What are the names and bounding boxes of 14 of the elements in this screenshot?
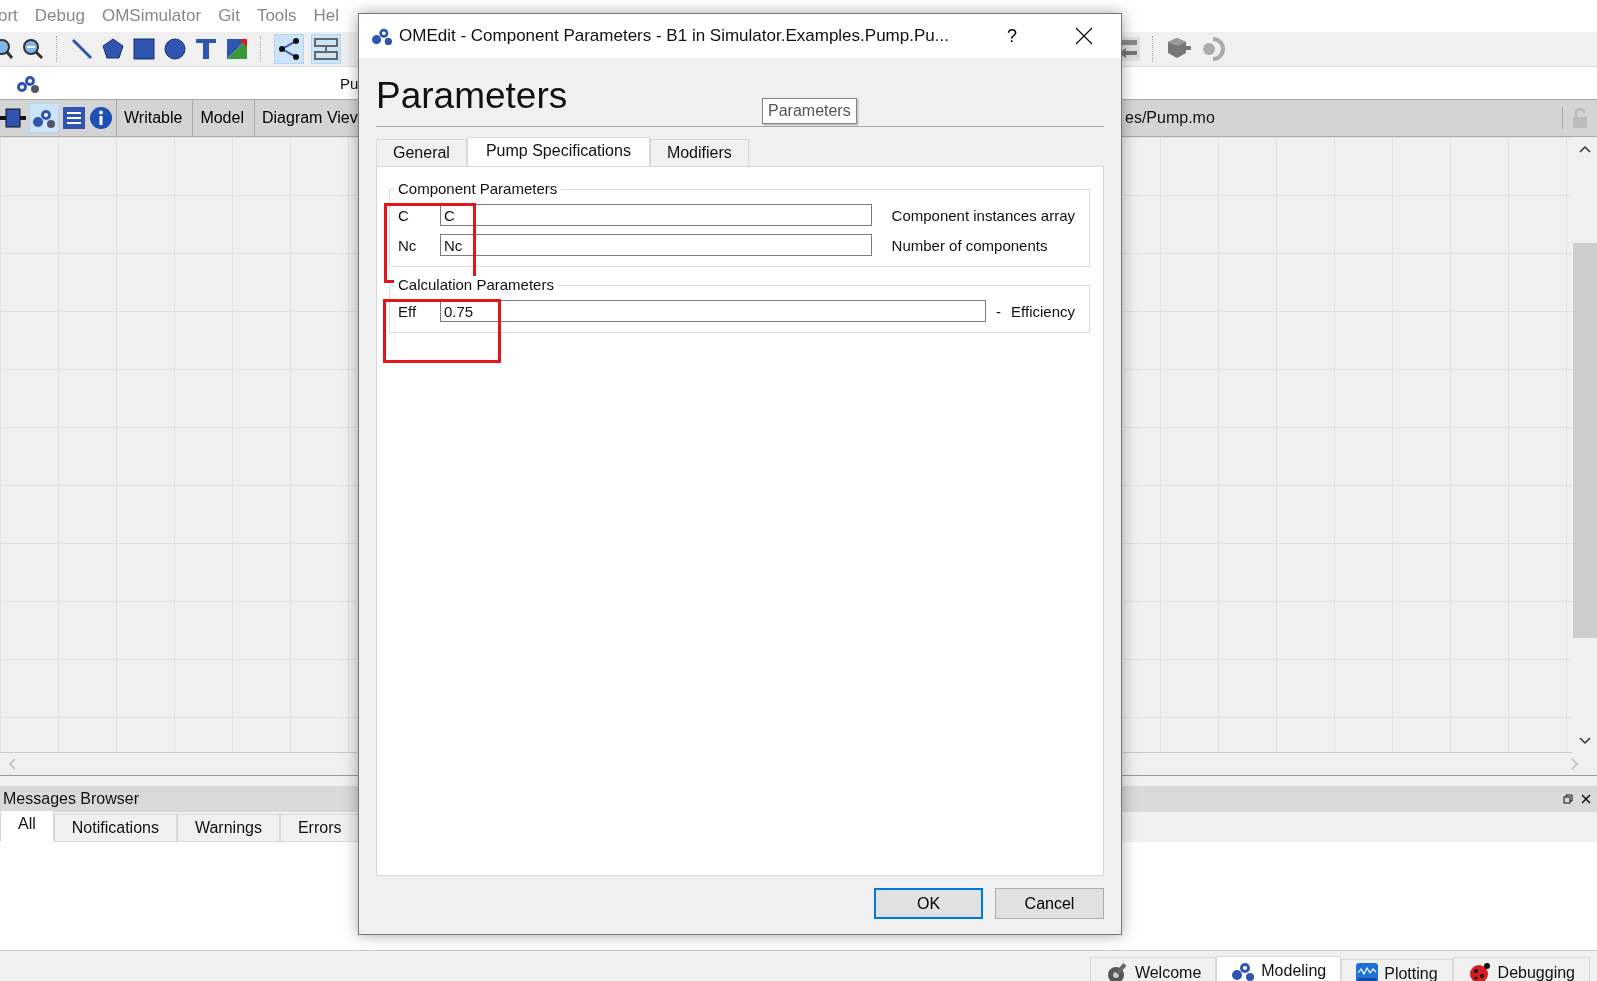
parameter-name: Eff	[398, 302, 418, 320]
window-title: OMEdit - Component Parameters - B1 in Simulator.Examples.Pump.Pu...	[399, 26, 950, 46]
model-name: Pu	[340, 74, 359, 92]
parameter-description: Component instances array	[891, 206, 1075, 224]
parameter-description: Efficiency	[1011, 302, 1075, 320]
parameter-name: C	[398, 206, 410, 224]
panel-title: Messages Browser	[3, 790, 140, 808]
tooltip: Parameters	[762, 98, 857, 124]
dialog-heading: Parameters	[376, 75, 568, 117]
parameter-unit: -	[996, 302, 1002, 320]
group-title: Calculation Parameters	[394, 276, 558, 293]
file-path: es/Pump.mo	[1125, 109, 1216, 127]
parameter-description: Number of components	[891, 236, 1049, 254]
parameter-name: Nc	[398, 236, 418, 254]
